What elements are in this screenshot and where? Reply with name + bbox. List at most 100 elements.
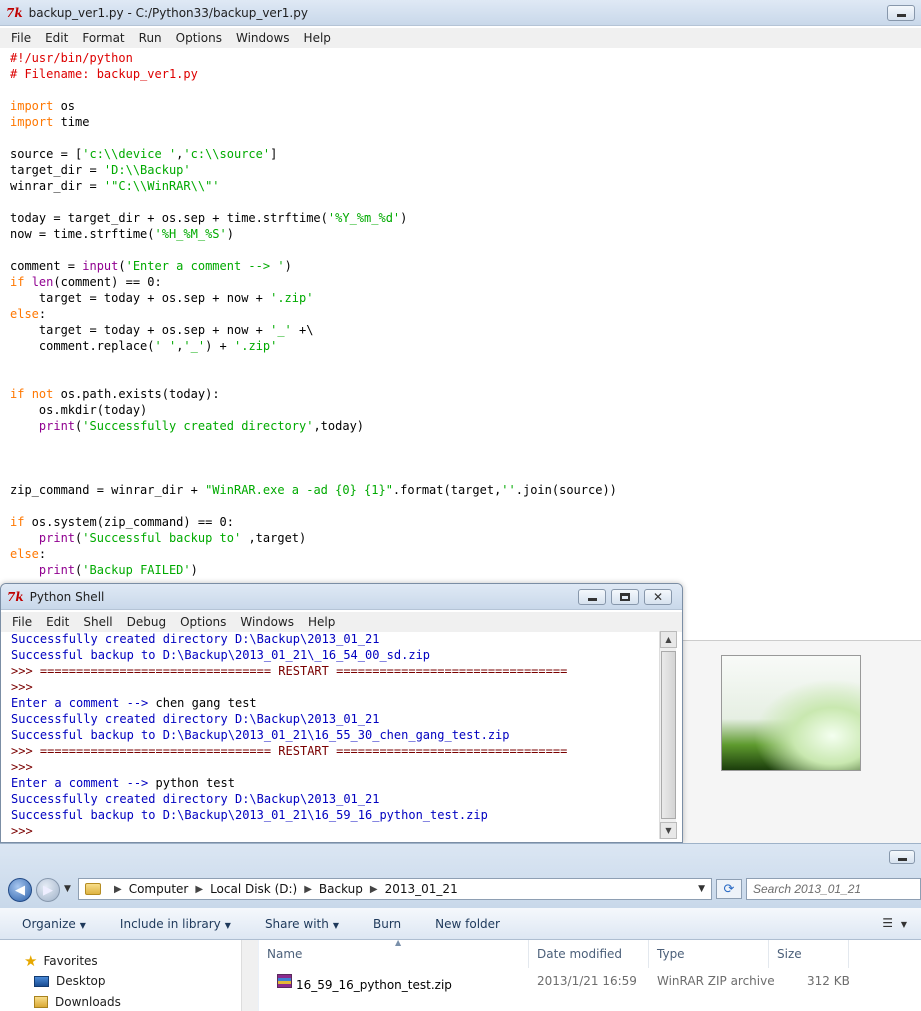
include-in-library-button[interactable]: Include in library ▼ — [98, 917, 243, 931]
code-line: # Filename: backup_ver1.py — [10, 66, 921, 82]
chevron-down-icon: ▼ — [224, 920, 231, 930]
breadcrumb-backup[interactable]: Backup — [319, 882, 363, 896]
breadcrumb-chevron-icon[interactable]: ▶ — [304, 884, 312, 895]
code-token: if — [10, 275, 25, 289]
shell-prompt-text: Enter a comment --> — [11, 776, 156, 790]
shell-line: Successful backup to D:\Backup\2013_01_2… — [11, 648, 431, 662]
shell-scrollbar[interactable]: ▲ ▼ — [659, 631, 677, 839]
shell-minimize-button[interactable] — [578, 589, 606, 605]
nav-item-favorites[interactable]: ★ Favorites — [24, 952, 98, 970]
code-token: : — [38, 307, 47, 321]
code-editor[interactable]: #!/usr/bin/python # Filename: backup_ver1… — [10, 50, 921, 578]
new-folder-button[interactable]: New folder — [413, 917, 512, 931]
share-with-button[interactable]: Share with ▼ — [243, 917, 351, 931]
code-token: if — [10, 387, 25, 401]
shell-menu-windows[interactable]: Windows — [233, 615, 301, 629]
shell-menu-shell[interactable]: Shell — [76, 615, 119, 629]
chevron-down-icon: ▼ — [332, 920, 339, 930]
editor-menu-edit[interactable]: Edit — [38, 31, 75, 45]
file-type: WinRAR ZIP archive — [657, 974, 775, 988]
folder-icon — [85, 883, 101, 895]
editor-menu-file[interactable]: File — [4, 31, 38, 45]
nav-scrollbar[interactable] — [241, 940, 258, 1011]
explorer-window: ◀ ▶ ▼ ▶ Computer ▶ Local Disk (D:) ▶ Bac… — [0, 843, 921, 1011]
code-line: zip_command = winrar_dir + "WinRAR.exe a… — [10, 482, 921, 498]
column-header-size[interactable]: Size — [769, 940, 849, 968]
editor-menu-format[interactable]: Format — [75, 31, 131, 45]
shell-menu-edit[interactable]: Edit — [39, 615, 76, 629]
editor-minimize-button[interactable] — [887, 5, 915, 21]
code-token: else — [10, 307, 39, 321]
winrar-zip-icon — [277, 974, 292, 988]
back-button[interactable]: ◀ — [8, 878, 32, 902]
address-bar[interactable]: ▶ Computer ▶ Local Disk (D:) ▶ Backup ▶ … — [78, 878, 712, 900]
shell-close-button[interactable]: ✕ — [644, 589, 672, 605]
shell-line: >>> ================================ RES… — [11, 744, 568, 758]
shell-line: Successfully created directory D:\Backup… — [11, 632, 380, 646]
nav-item-desktop[interactable]: Desktop — [34, 974, 106, 988]
forward-button[interactable]: ▶ — [36, 878, 60, 902]
breadcrumb-chevron-icon[interactable]: ▶ — [114, 884, 122, 895]
code-token: print — [38, 419, 76, 433]
column-header-name[interactable]: Name — [259, 940, 529, 968]
refresh-icon: ⟳ — [723, 881, 735, 897]
editor-menu-options[interactable]: Options — [169, 31, 229, 45]
shell-menu-file[interactable]: File — [5, 615, 39, 629]
code-token: target = today + os.sep + now + — [10, 323, 271, 337]
breadcrumb-local-disk[interactable]: Local Disk (D:) — [210, 882, 297, 896]
view-options-button[interactable]: ☰ ▼ — [882, 916, 907, 930]
nav-label: Desktop — [56, 974, 106, 988]
shell-menu-help[interactable]: Help — [301, 615, 342, 629]
column-header-date-modified[interactable]: Date modified — [529, 940, 649, 968]
shell-output[interactable]: Successfully created directory D:\Backup… — [11, 631, 656, 841]
editor-menu-help[interactable]: Help — [297, 31, 338, 45]
code-token: '_' — [270, 323, 292, 337]
shell-user-input: python test — [155, 776, 235, 790]
nav-label: Downloads — [55, 995, 121, 1009]
scroll-down-icon[interactable]: ▼ — [660, 822, 677, 839]
column-header-type[interactable]: Type — [649, 940, 769, 968]
table-row[interactable]: 16_59_16_python_test.zip 2013/1/21 16:59… — [259, 970, 921, 992]
search-input[interactable] — [746, 878, 921, 900]
address-dropdown-icon[interactable]: ▼ — [698, 884, 705, 894]
refresh-button[interactable]: ⟳ — [716, 879, 742, 899]
burn-button[interactable]: Burn — [351, 917, 413, 931]
chevron-down-icon: ▼ — [900, 920, 907, 929]
breadcrumb-current-folder[interactable]: 2013_01_21 — [385, 882, 458, 896]
shell-maximize-button[interactable] — [611, 589, 639, 605]
shell-prompt-text: Enter a comment --> — [11, 696, 156, 710]
organize-button[interactable]: Organize ▼ — [0, 917, 98, 931]
code-line: winrar_dir = '"C:\\WinRAR\\"' — [10, 178, 921, 194]
scroll-up-icon[interactable]: ▲ — [660, 631, 677, 648]
nav-item-downloads[interactable]: Downloads — [34, 995, 121, 1009]
editor-menu-windows[interactable]: Windows — [229, 31, 297, 45]
breadcrumb-chevron-icon[interactable]: ▶ — [370, 884, 378, 895]
history-dropdown-icon[interactable]: ▼ — [64, 884, 71, 894]
shell-line: Successfully created directory D:\Backup… — [11, 712, 380, 726]
file-date: 2013/1/21 16:59 — [537, 974, 637, 988]
breadcrumb-chevron-icon[interactable]: ▶ — [195, 884, 203, 895]
file-list: ▲ Name Date modified Type Size 16_59_16_… — [259, 938, 921, 1011]
explorer-minimize-button[interactable] — [889, 850, 915, 864]
arrow-right-icon: ▶ — [43, 882, 53, 898]
code-line: comment.replace(' ','_') + '.zip' — [10, 338, 921, 354]
scroll-thumb[interactable] — [661, 651, 676, 819]
code-token: '' — [501, 483, 516, 497]
minimize-icon — [587, 597, 597, 601]
code-line: import time — [10, 114, 921, 130]
breadcrumb-computer[interactable]: Computer — [129, 882, 189, 896]
code-token: len — [31, 275, 54, 289]
shell-menu-options[interactable]: Options — [173, 615, 233, 629]
code-token: 'c:\\device ' — [82, 147, 177, 161]
editor-menu-run[interactable]: Run — [132, 31, 169, 45]
tk-icon: 7k — [7, 589, 24, 604]
editor-titlebar[interactable]: 7k backup_ver1.py - C:/Python33/backup_v… — [0, 0, 921, 26]
shell-menu-debug[interactable]: Debug — [120, 615, 173, 629]
chevron-down-icon: ▼ — [79, 920, 86, 930]
